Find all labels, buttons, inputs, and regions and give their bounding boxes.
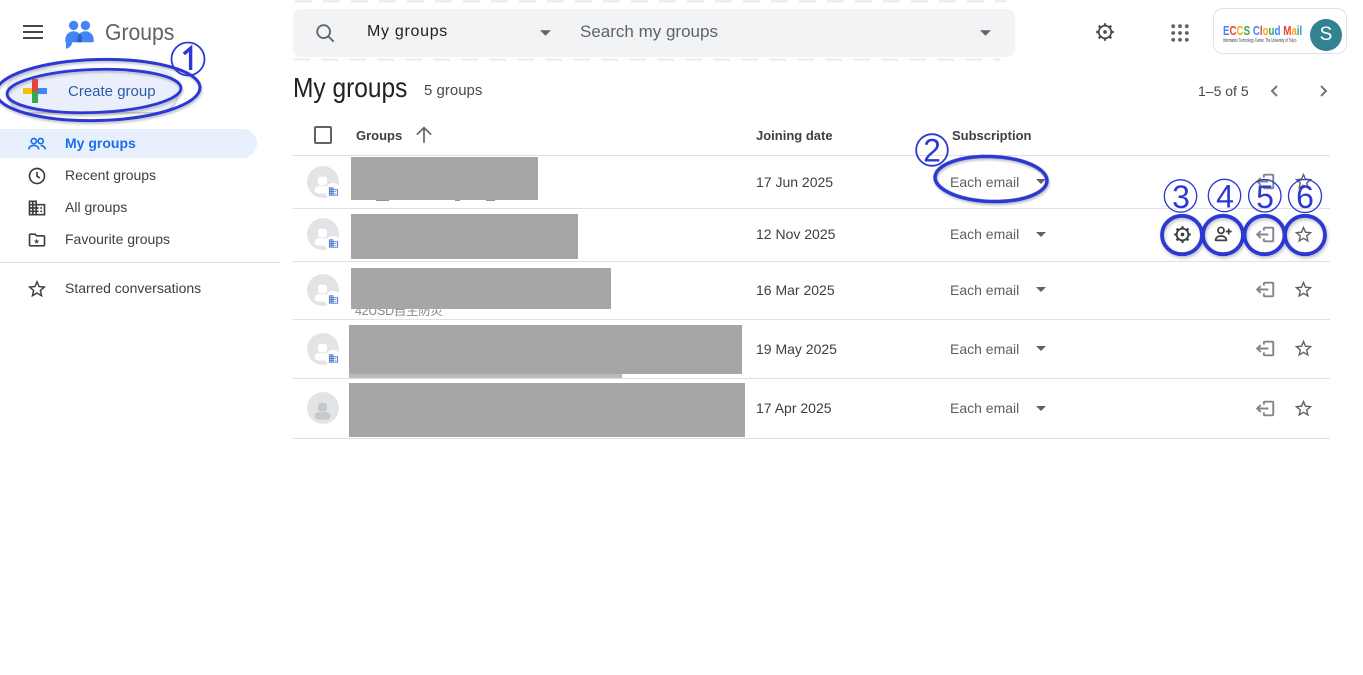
svg-text:3: 3: [1172, 179, 1190, 215]
svg-text:2: 2: [923, 133, 941, 169]
svg-text:4: 4: [1216, 179, 1234, 215]
